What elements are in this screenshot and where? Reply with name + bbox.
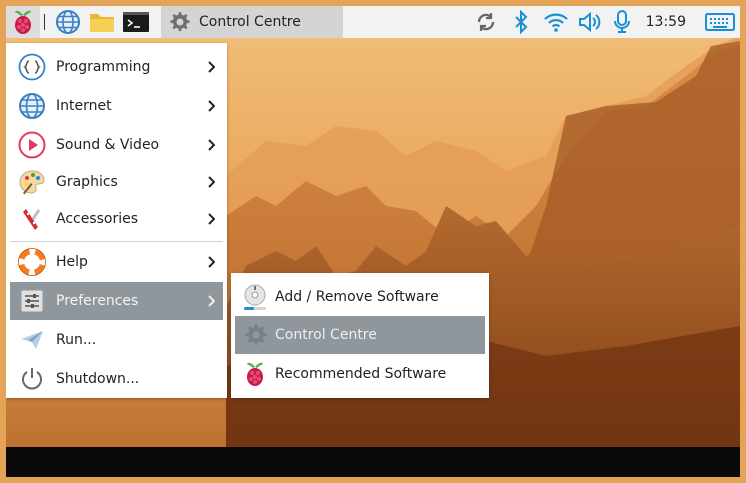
menu-item-sound-video[interactable]: Sound & Video: [10, 126, 223, 164]
wifi-icon: [543, 13, 568, 32]
sync-icon: [477, 13, 494, 31]
menu-item-label: Internet: [56, 98, 112, 114]
microphone-button[interactable]: [606, 10, 638, 34]
package-disc-icon: [241, 283, 269, 311]
virtual-keyboard-button[interactable]: [700, 12, 740, 32]
menu-item-run[interactable]: Run...: [10, 321, 223, 359]
menu-item-label: Accessories: [56, 211, 139, 227]
paper-plane-icon: [16, 324, 48, 356]
gear-icon: [241, 321, 269, 349]
bluetooth-button[interactable]: [504, 10, 538, 34]
submenu-item-control-centre[interactable]: Control Centre: [235, 316, 485, 354]
sliders-icon: [16, 285, 48, 317]
submenu-item-add-remove-software[interactable]: Add / Remove Software: [235, 278, 485, 316]
chevron-right-icon: [208, 139, 215, 151]
menu-item-internet[interactable]: Internet: [10, 87, 223, 125]
gear-icon: [170, 12, 190, 32]
globe-icon: [56, 10, 80, 34]
microphone-icon: [613, 10, 630, 33]
updater-button[interactable]: [468, 10, 504, 34]
screen-frame: Control Centre 13:59 Programming Interne…: [0, 0, 746, 483]
menu-item-label: Sound & Video: [56, 137, 160, 153]
menu-item-preferences[interactable]: Preferences: [10, 282, 223, 320]
menu-item-label: Preferences: [56, 293, 139, 309]
menu-item-label: Programming: [56, 59, 151, 75]
taskbar-window-title: Control Centre: [199, 14, 301, 30]
chevron-right-icon: [208, 61, 215, 73]
keyboard-icon: [705, 13, 735, 31]
applications-menu: Programming Internet Sound & Video Graph…: [6, 43, 227, 398]
folder-icon: [90, 14, 114, 32]
taskbar-window-control-centre[interactable]: Control Centre: [161, 6, 343, 38]
chevron-right-icon: [208, 213, 215, 225]
palette-icon: [16, 166, 48, 198]
menu-item-label: Shutdown...: [56, 371, 140, 387]
terminal-icon: [123, 12, 149, 32]
file-manager-launcher[interactable]: [85, 6, 119, 38]
menu-item-label: Graphics: [56, 174, 118, 190]
applications-menu-button[interactable]: [6, 6, 40, 38]
submenu-item-label: Add / Remove Software: [275, 289, 439, 305]
panel-separator: [44, 14, 45, 30]
chevron-right-icon: [208, 176, 215, 188]
preferences-submenu: Add / Remove Software Control Centre Rec…: [231, 273, 489, 398]
menu-item-programming[interactable]: Programming: [10, 48, 223, 86]
web-browser-launcher[interactable]: [51, 6, 85, 38]
system-tray: 13:59: [468, 6, 740, 38]
raspberry-icon: [241, 360, 269, 388]
chevron-right-icon: [208, 100, 215, 112]
menu-item-graphics[interactable]: Graphics: [10, 163, 223, 201]
wifi-button[interactable]: [538, 11, 574, 33]
raspberry-icon: [15, 10, 31, 34]
terminal-launcher[interactable]: [119, 6, 153, 38]
volume-button[interactable]: [574, 11, 606, 33]
submenu-item-recommended-software[interactable]: Recommended Software: [235, 355, 485, 393]
play-icon: [16, 129, 48, 161]
menu-item-accessories[interactable]: Accessories: [10, 200, 223, 238]
menu-separator: [10, 241, 223, 242]
menu-item-help[interactable]: Help: [10, 243, 223, 281]
menu-item-shutdown[interactable]: Shutdown...: [10, 360, 223, 398]
lifebuoy-icon: [16, 246, 48, 278]
submenu-item-label: Recommended Software: [275, 366, 447, 382]
power-icon: [16, 363, 48, 395]
pocket-knife-icon: [16, 203, 48, 235]
chevron-right-icon: [208, 256, 215, 268]
globe-icon: [16, 90, 48, 122]
bluetooth-icon: [514, 10, 528, 34]
speaker-icon: [578, 11, 600, 33]
top-panel: Control Centre 13:59: [6, 6, 740, 38]
clock[interactable]: 13:59: [646, 14, 686, 30]
bottom-bar: [6, 447, 740, 477]
submenu-item-label: Control Centre: [275, 327, 377, 343]
programming-icon: [16, 51, 48, 83]
menu-item-label: Run...: [56, 332, 97, 348]
chevron-right-icon: [208, 295, 215, 307]
menu-item-label: Help: [56, 254, 88, 270]
